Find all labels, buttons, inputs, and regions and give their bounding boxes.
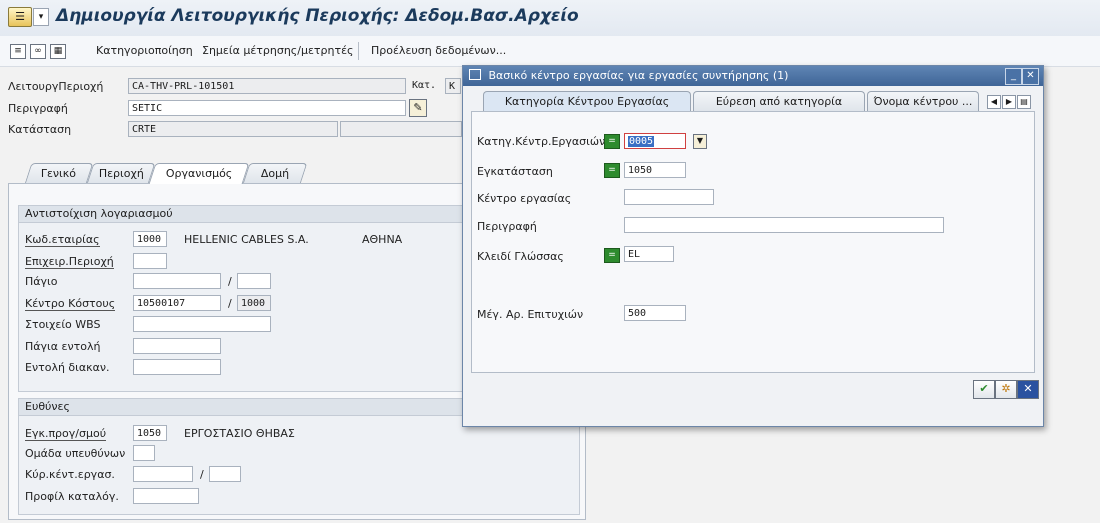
tab-list-icon[interactable]: ▤ — [1017, 95, 1031, 109]
plant-field[interactable]: 1050 — [624, 162, 686, 178]
wc-description-label: Περιγραφή — [477, 220, 537, 233]
document-icon[interactable]: ≡ — [10, 44, 26, 59]
planning-plant-field[interactable]: 1050 — [133, 425, 167, 441]
business-area-field[interactable] — [133, 253, 167, 269]
planning-plant-label: Εγκ.προγ/σμού — [25, 427, 107, 441]
description-label: Περιγραφή — [8, 102, 68, 115]
tab-search-by-category[interactable]: Εύρεση από κατηγορία — [693, 91, 865, 112]
catalog-profile-field[interactable] — [133, 488, 199, 504]
dialog-tab-content — [471, 111, 1035, 373]
tab-location[interactable]: Περιοχή — [86, 163, 156, 184]
planning-plant-name: ΕΡΓΟΣΤΑΣΙΟ ΘΗΒΑΣ — [184, 427, 295, 440]
company-code-label: Κωδ.εταιρίας — [25, 233, 100, 247]
selection-option-icon[interactable]: = — [604, 134, 620, 149]
tab-structure[interactable]: Δομή — [242, 163, 308, 184]
wc-category-field[interactable]: 0005 — [624, 133, 686, 149]
category-label: Κατ. — [412, 80, 437, 91]
selection-option-icon[interactable]: = — [604, 248, 620, 263]
plant-label: Εγκατάσταση — [477, 165, 553, 178]
close-icon[interactable]: ✕ — [1022, 68, 1039, 85]
cancel-button[interactable]: ✕ — [1017, 380, 1039, 399]
func-loc-label: ΛειτουργΠεριοχή — [8, 80, 104, 93]
minimize-icon[interactable]: _ — [1005, 68, 1022, 85]
tab-next-icon[interactable]: ▶ — [1002, 95, 1016, 109]
data-origin-button[interactable]: Προέλευση δεδομένων... — [371, 44, 506, 57]
settlement-order-field[interactable] — [133, 359, 221, 375]
page-title: Δημιουργία Λειτουργικής Περιοχής: Δεδομ.… — [56, 6, 579, 26]
main-work-center-slash: / — [200, 468, 204, 481]
wbs-label: Στοιχείο WBS — [25, 318, 101, 331]
controlling-area-field[interactable]: 1000 — [237, 295, 271, 311]
asset-field[interactable] — [133, 273, 221, 289]
asset-sub-field[interactable] — [237, 273, 271, 289]
asset-label: Πάγιο — [25, 275, 58, 288]
measuring-points-button[interactable]: Σημεία μέτρησης/μετρητές — [202, 44, 354, 57]
work-center-search-dialog: Βασικό κέντρο εργασίας για εργασίες συντ… — [462, 65, 1044, 427]
status-field-2[interactable] — [340, 121, 462, 137]
main-work-center-plant-field[interactable] — [209, 466, 241, 482]
toolbar-separator — [358, 42, 359, 60]
hierarchy-icon[interactable]: ▦ — [50, 44, 66, 59]
language-field[interactable]: EL — [624, 246, 674, 262]
wc-category-label: Κατηγ.Κέντρ.Εργασιών — [477, 135, 606, 148]
planner-group-field[interactable] — [133, 445, 155, 461]
value-help-icon[interactable]: ▼ — [693, 134, 707, 149]
dialog-icon — [469, 69, 481, 80]
binoculars-icon[interactable]: ∞ — [30, 44, 46, 59]
asset-order-field[interactable] — [133, 338, 221, 354]
work-center-field[interactable] — [624, 189, 714, 205]
language-label: Κλειδί Γλώσσας — [477, 250, 564, 263]
status-field[interactable]: CRTE — [128, 121, 338, 137]
status-label: Κατάσταση — [8, 123, 72, 136]
cost-center-label: Κέντρο Κόστους — [25, 297, 116, 311]
start-search-button[interactable]: ✲ — [995, 380, 1017, 399]
asset-order-label: Πάγια εντολή — [25, 340, 101, 353]
company-city: ΑΘΗΝΑ — [362, 233, 403, 246]
main-work-center-label: Κύρ.κέντ.εργασ. — [25, 468, 115, 481]
catalog-profile-label: Προφίλ καταλόγ. — [25, 490, 119, 503]
settlement-order-label: Εντολή διακαν. — [25, 361, 110, 374]
planner-group-label: Ομάδα υπευθύνων — [25, 447, 126, 460]
func-loc-field[interactable]: CA-THV-PRL-101501 — [128, 78, 406, 94]
business-area-label: Επιχειρ.Περιοχή — [25, 255, 114, 269]
categorization-button[interactable]: Κατηγοριοποίηση — [96, 44, 193, 57]
application-toolbar: ≡ ∞ ▦ Κατηγοριοποίηση Σημεία μέτρησης/με… — [0, 36, 1100, 67]
dialog-title: Βασικό κέντρο εργασίας για εργασίες συντ… — [488, 69, 789, 82]
tab-work-center-name[interactable]: Όνομα κέντρου ... — [867, 91, 979, 112]
description-field[interactable]: SETIC — [128, 100, 406, 116]
work-center-label: Κέντρο εργασίας — [477, 192, 572, 205]
dialog-title-bar: Βασικό κέντρο εργασίας για εργασίες συντ… — [463, 66, 1043, 86]
category-field[interactable]: K — [445, 78, 461, 94]
cost-center-field[interactable]: 10500107 — [133, 295, 221, 311]
sap-menu-icon[interactable]: ☰ — [8, 7, 32, 27]
title-bar: ☰ ▾ Δημιουργία Λειτουργικής Περιοχής: Δε… — [0, 0, 1100, 37]
tab-organization[interactable]: Οργανισμός — [148, 163, 250, 184]
wbs-field[interactable] — [133, 316, 271, 332]
tab-work-center-category[interactable]: Κατηγορία Κέντρου Εργασίας — [483, 91, 691, 112]
asset-slash: / — [228, 275, 232, 288]
cost-center-slash: / — [228, 297, 232, 310]
max-hits-label: Μέγ. Αρ. Επιτυχιών — [477, 308, 584, 321]
company-code-field[interactable]: 1000 — [133, 231, 167, 247]
continue-button[interactable]: ✔ — [973, 380, 995, 399]
tab-general[interactable]: Γενικό — [24, 163, 94, 184]
company-name: HELLENIC CABLES S.A. — [184, 233, 309, 246]
tab-prev-icon[interactable]: ◀ — [987, 95, 1001, 109]
wc-description-field[interactable] — [624, 217, 944, 233]
long-text-edit-icon[interactable]: ✎ — [409, 99, 427, 117]
max-hits-field[interactable]: 500 — [624, 305, 686, 321]
selection-option-icon[interactable]: = — [604, 163, 620, 178]
main-work-center-field[interactable] — [133, 466, 193, 482]
dropdown-icon[interactable]: ▾ — [33, 8, 49, 26]
